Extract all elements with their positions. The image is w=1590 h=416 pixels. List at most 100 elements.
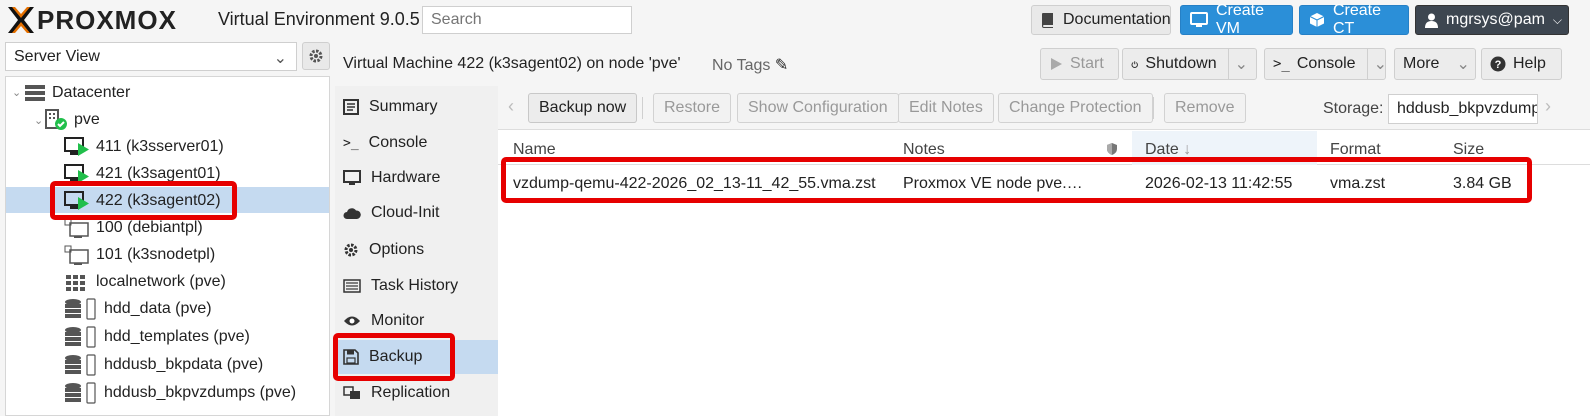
nav-item-cloud-init[interactable]: Cloud-Init xyxy=(335,196,498,230)
storage-select[interactable]: hddusb_bkpvzdumps xyxy=(1388,94,1538,124)
tree-node-datacenter[interactable]: Datacenter xyxy=(24,80,130,106)
storage-icon xyxy=(65,298,96,320)
gear-icon xyxy=(309,49,323,63)
shutdown-label: Shutdown xyxy=(1145,55,1217,72)
backup-now-label: Backup now xyxy=(539,99,627,116)
eye-icon xyxy=(344,316,360,326)
create-vm-button[interactable]: Create VM xyxy=(1180,2,1293,37)
nav-label: Hardware xyxy=(371,169,441,186)
nav-label: Options xyxy=(369,241,425,258)
proxmox-x-icon xyxy=(8,7,34,33)
tree-label-datacenter: Datacenter xyxy=(52,84,131,101)
edit-notes-button[interactable]: Edit Notes xyxy=(898,93,994,123)
shutdown-button[interactable]: Shutdown ⌄ xyxy=(1122,48,1257,80)
cloud-icon xyxy=(343,208,361,219)
more-label: More xyxy=(1403,55,1440,72)
console-button[interactable]: >_ Console ⌄ xyxy=(1264,48,1387,80)
vm-running-icon xyxy=(64,137,89,156)
user-menu-button[interactable]: mgrsys@pam ⌵ xyxy=(1415,5,1569,35)
nav-label: Cloud-Init xyxy=(371,204,440,221)
play-icon xyxy=(1051,58,1062,70)
chevron-down-icon[interactable]: ⌄ xyxy=(1227,49,1248,79)
tags-edit[interactable]: No Tags ✎ xyxy=(712,55,788,75)
change-protection-button[interactable]: Change Protection xyxy=(998,93,1153,123)
top-bar: PROXMOX Virtual Environment 9.0.5 Docume… xyxy=(0,0,1590,41)
nav-item-replication[interactable]: Replication xyxy=(335,376,498,410)
tree-node-storage-hdd-data[interactable]: hdd_data (pve) xyxy=(64,296,212,322)
server-rack-icon xyxy=(25,85,45,101)
storage-label: Storage: xyxy=(1323,100,1384,117)
tree-node-vm-411[interactable]: 411 (k3sserver01) xyxy=(64,134,224,160)
highlight-box-row xyxy=(501,157,1532,203)
server-view-select[interactable]: Server View ⌄ xyxy=(5,42,297,71)
tree-node-template-101[interactable]: 101 (k3snodetpl) xyxy=(64,242,215,268)
remove-button[interactable]: Remove xyxy=(1164,93,1246,123)
search-input[interactable] xyxy=(422,6,632,34)
tree-node-storage-hddusb-bkpvzdumps[interactable]: hddusb_bkpvzdumps (pve) xyxy=(64,380,296,406)
documentation-button[interactable]: Documentation xyxy=(1031,5,1171,35)
user-icon xyxy=(1425,13,1438,28)
nav-label: Summary xyxy=(369,98,438,115)
nav-item-hardware[interactable]: Hardware xyxy=(335,161,498,195)
create-vm-label: Create VM xyxy=(1216,2,1265,37)
tree-label: 101 (k3snodetpl) xyxy=(96,246,216,263)
storage-icon xyxy=(65,382,96,404)
nav-item-options[interactable]: Options xyxy=(335,233,498,267)
server-view-value: Server View xyxy=(14,48,100,65)
restore-button[interactable]: Restore xyxy=(653,93,732,123)
console-label: Console xyxy=(1296,55,1356,72)
nav-item-task-history[interactable]: Task History xyxy=(335,269,498,303)
remove-label: Remove xyxy=(1175,99,1235,116)
expand-arrow-icon[interactable]: ⌄ xyxy=(12,86,21,99)
vm-header: Virtual Machine 422 (k3sagent02) on node… xyxy=(335,42,1590,85)
restore-label: Restore xyxy=(664,99,721,116)
create-ct-label: Create CT xyxy=(1333,2,1382,37)
shield-icon xyxy=(1107,143,1117,155)
more-button[interactable]: More ⌄ xyxy=(1394,48,1476,80)
tree-node-storage-hdd-templates[interactable]: hdd_templates (pve) xyxy=(64,324,250,350)
tree-label: hddusb_bkpvzdumps (pve) xyxy=(104,384,297,401)
storage-value: hddusb_bkpvzdumps xyxy=(1397,100,1538,117)
nav-label: Monitor xyxy=(371,312,425,329)
book-icon xyxy=(1041,12,1055,28)
help-icon: ? xyxy=(1490,56,1506,72)
expand-arrow-icon[interactable]: ⌄ xyxy=(34,114,43,127)
logo-text: PROXMOX xyxy=(37,4,177,35)
tags-label: No Tags xyxy=(712,57,771,74)
edit-notes-label: Edit Notes xyxy=(909,99,983,116)
tree-label: 411 (k3sserver01) xyxy=(96,138,224,155)
nav-item-summary[interactable]: Summary xyxy=(335,90,498,124)
nav-label: Replication xyxy=(371,384,451,401)
start-button[interactable]: Start xyxy=(1040,48,1119,80)
tree-label: localnetwork (pve) xyxy=(96,273,226,290)
show-configuration-label: Show Configuration xyxy=(748,99,888,116)
highlight-box-backup xyxy=(333,333,455,381)
tree-node-localnetwork[interactable]: localnetwork (pve) xyxy=(64,269,226,295)
tree-node-pve[interactable]: pve xyxy=(44,107,100,133)
nav-item-console[interactable]: >_ Console xyxy=(335,126,498,160)
backup-now-button[interactable]: Backup now xyxy=(528,93,638,123)
storage-icon xyxy=(65,326,96,348)
help-button[interactable]: ? Help xyxy=(1481,48,1562,80)
summary-icon xyxy=(343,99,359,115)
monitor-icon xyxy=(343,170,361,185)
scroll-right-icon[interactable]: › xyxy=(1545,96,1551,117)
sort-desc-icon: ↓ xyxy=(1183,141,1192,158)
tree-label: hddusb_bkpdata (pve) xyxy=(104,356,264,373)
tree-settings-button[interactable] xyxy=(302,42,330,70)
tree-label: hdd_data (pve) xyxy=(104,300,212,317)
tree-node-storage-hddusb-bkpdata[interactable]: hddusb_bkpdata (pve) xyxy=(64,352,263,378)
start-label: Start xyxy=(1070,55,1104,72)
template-icon xyxy=(64,218,89,238)
chevron-down-icon: ⌄ xyxy=(1456,56,1470,73)
node-online-icon xyxy=(45,109,67,130)
chevron-down-icon[interactable]: ⌄ xyxy=(1366,49,1387,79)
create-ct-button[interactable]: Create CT xyxy=(1299,2,1409,37)
show-configuration-button[interactable]: Show Configuration xyxy=(737,93,899,123)
gear-icon xyxy=(344,243,358,257)
backup-panel: ‹ Backup now Restore Show Configuration … xyxy=(498,86,1590,416)
proxmox-logo[interactable]: PROXMOX xyxy=(6,4,177,36)
documentation-label: Documentation xyxy=(1063,11,1171,28)
network-icon xyxy=(66,275,85,291)
scroll-left-icon[interactable]: ‹ xyxy=(508,96,514,117)
